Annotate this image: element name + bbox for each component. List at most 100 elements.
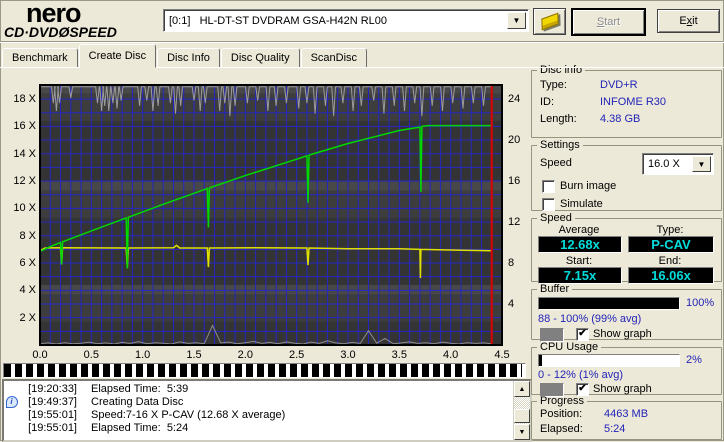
y-axis-right-label: 12 [508,216,521,229]
start-speed-display: 7.15x [538,267,622,284]
speed-select-arrow-icon[interactable]: ▼ [692,156,711,172]
event-log: [19:20:33] Elapsed Time: 5:39 i [19:49:37] C… [2,379,532,442]
elapsed-label: Elapsed: [540,423,583,435]
drive-select[interactable]: [0:1] HL-DT-ST DVDRAM GSA-H42N RL00 ▼ [163,9,529,32]
start-button[interactable]: Start [571,8,646,36]
log-entry-text: Creating Data Disc [91,395,184,408]
disc-length-value: 4.38 GB [600,113,641,125]
y-axis-label: 14 X [13,147,36,160]
drive-select-arrow-icon[interactable]: ▼ [507,12,526,29]
exit-button[interactable]: Exit [657,9,720,33]
settings-title: Settings [540,139,580,151]
x-axis-label: 3.0 [340,349,356,361]
tab-disc-quality[interactable]: Disc Quality [220,48,300,68]
cpu-range-value: 0 - 12% (1% avg) [538,369,623,381]
log-entry-time: [19:55:01] [28,421,77,434]
simulate-checkbox[interactable] [542,198,555,211]
write-type-display: P-CAV [628,236,714,253]
log-entry-time: [19:49:37] [28,395,77,408]
x-axis-label: 2.5 [289,349,305,361]
speed-setting-label: Speed [540,157,572,169]
buffer-level-fill [539,298,679,309]
y-axis-right-label: 8 [508,257,515,270]
speed-select-value: 16.0 X [648,158,680,170]
start-button-label: Start [596,16,621,28]
disc-id-label: ID: [540,96,555,108]
cpu-usage-bar [538,354,680,367]
chart-canvas [39,84,503,346]
logo-speed-text: SPEED [69,24,117,40]
progress-group: Progress Position: 4463 MB Elapsed: 5:24 [531,395,722,440]
background-band [40,181,502,191]
buffer-graph-color-swatch[interactable] [540,328,564,342]
log-entry-text: Speed:7-16 X P-CAV (12.68 X average) [91,408,286,421]
scroll-down-icon[interactable]: ▼ [514,424,530,440]
settings-group: Settings Speed 16.0 X ▼ Burn image Simul… [531,139,722,211]
y-axis-label: 8 X [19,229,36,242]
average-speed-display: 12.68x [538,236,622,253]
buffer-level-bar [538,297,680,310]
disc-type-label: Type: [540,79,567,91]
x-axis-label: 0.0 [32,349,48,361]
toolbar-divider-highlight [0,42,724,43]
y-axis-right-label: 24 [508,93,521,106]
position-value: 4463 MB [604,408,649,420]
speed-group-title: Speed [540,212,572,224]
disc-info-title: Disc info [540,64,583,76]
elapsed-value: 5:24 [604,423,626,435]
buffer-show-graph-checkbox[interactable] [576,328,589,341]
buffer-range-value: 88 - 100% (99% avg) [538,313,642,325]
speed-group: Speed Average Type: 12.68x P-CAV Start: … [531,212,722,284]
y-axis-right-label: 20 [508,134,521,147]
log-scrollbar[interactable]: ▲ ▼ [513,381,530,440]
burn-image-checkbox[interactable] [542,180,555,193]
disc-type-value: DVD+R [600,79,638,91]
tab-benchmark[interactable]: Benchmark [2,48,78,68]
tab-create-disc[interactable]: Create Disc [78,44,157,68]
cpu-percent-value: 2% [686,354,702,366]
progress-title: Progress [540,395,585,407]
log-entry[interactable]: [19:20:33] Elapsed Time: 5:39 [4,382,513,395]
x-axis-label: 3.5 [391,349,407,361]
start-speed-label: Start: [565,255,593,267]
write-progress-bar [3,363,526,378]
log-entry[interactable]: [19:55:01] Speed:7-16 X P-CAV (12.68 X av… [4,408,513,421]
tab-disc-info[interactable]: Disc Info [157,48,220,68]
cpu-usage-fill [539,355,542,366]
exit-button-label: Exit [679,15,698,27]
event-log-lines: [19:20:33] Elapsed Time: 5:39 i [19:49:37] C… [4,381,513,440]
erase-disc-button[interactable] [533,8,566,35]
disc-id-value: INFOME R30 [600,96,667,108]
buffer-group: Buffer 100% 88 - 100% (99% avg) Show gra… [531,283,722,342]
app-logo-cd-dvd-speed: CD·DVDØSPEED [4,24,117,40]
x-axis-label: 1.5 [186,349,202,361]
burn-image-label: Burn image [560,180,617,192]
log-scrollbar-track[interactable] [514,397,530,424]
y-axis-label: 18 X [13,93,36,106]
x-axis-label: 4.0 [443,349,459,361]
simulate-label: Simulate [560,198,603,210]
disc-length-label: Length: [540,113,577,125]
log-entry-time: [19:55:01] [28,408,77,421]
type-label: Type: [656,224,684,236]
cpu-show-graph-label: Show graph [593,383,652,395]
tab-scandisc[interactable]: ScanDisc [300,48,368,68]
y-axis-label: 12 X [13,175,36,188]
log-scrollbar-thumb[interactable] [514,409,530,423]
buffer-show-graph-label: Show graph [593,328,652,340]
cpu-usage-group: CPU Usage 2% 0 - 12% (1% avg) Show graph [531,341,722,397]
background-band [40,85,502,94]
eraser-icon [540,12,559,31]
info-icon: i [4,395,19,408]
speed-select[interactable]: 16.0 X ▼ [642,153,714,175]
drive-select-value: [0:1] HL-DT-ST DVDRAM GSA-H42N RL00 [169,14,388,27]
scroll-up-icon[interactable]: ▲ [514,381,530,397]
transfer-rate-chart: 18 X 16 X 14 X 12 X 10 X 8 X 6 X 4 X 2 X 24 20 16 1… [0,70,530,366]
log-entry[interactable]: [19:55:01] Elapsed Time: 5:24 [4,421,513,434]
logo-cd-dvd-text: CD·DVD [4,24,59,40]
y-axis-label: 4 X [19,284,36,297]
x-axis-label: 2.0 [237,349,253,361]
y-axis-right-label: 4 [508,298,515,310]
log-entry[interactable]: i [19:49:37] Creating Data Disc [4,395,513,408]
log-entry-text: Elapsed Time: 5:39 [91,382,189,395]
